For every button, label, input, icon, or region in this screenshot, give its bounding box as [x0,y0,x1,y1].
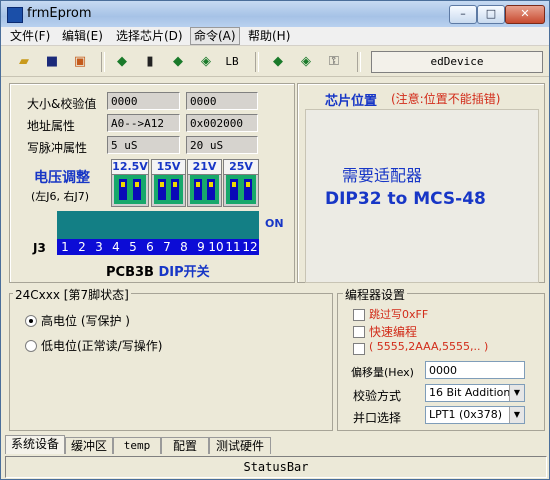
app-icon [7,7,23,23]
dip-number[interactable]: 8 [176,239,192,255]
lock-icon[interactable]: ⚿ [325,53,343,71]
tab-config[interactable]: 配置 [161,437,209,454]
skip-ff-label[interactable]: 跳过写0xFF [369,306,428,322]
sequence-checkbox[interactable] [353,343,365,355]
verify-chip-icon[interactable]: ◈ [197,53,215,71]
address-range-value: A0-->A12 [107,114,180,132]
address-size-value: 0x002000 [186,114,258,132]
voltage-jumper-12v5[interactable]: 12.5V [111,159,149,207]
save-icon[interactable]: ■ [43,53,61,71]
maximize-button[interactable]: □ [477,5,505,24]
dip-number[interactable]: 7 [159,239,175,255]
voltage-label: 21V [188,160,221,175]
parallel-port-label: 并口选择 [353,411,402,425]
chevron-down-icon[interactable]: ▼ [509,407,524,423]
dip-number[interactable]: 6 [142,239,158,255]
tab-test-hardware[interactable]: 测试硬件 [209,437,271,454]
pulse-value-1: 5 uS [107,136,180,154]
voltage-title: 电压调整 [34,170,90,186]
tab-temp[interactable]: temp [113,437,161,454]
menu-select-chip[interactable]: 选择芯片(D) [113,28,186,44]
window-title: frmEprom [27,6,92,21]
tab-buffer[interactable]: 缓冲区 [65,437,113,454]
size-checksum-label: 大小&校验值 [27,97,97,111]
title-bar[interactable]: frmEprom – □ ✕ [1,1,549,27]
dip-number[interactable]: 5 [125,239,141,255]
dip-number[interactable]: 9 [193,239,209,255]
open-icon[interactable]: ▰ [15,53,33,71]
voltage-label: 15V [152,160,185,175]
erase-chip-icon[interactable]: ◆ [269,53,287,71]
menu-bar: 文件(F) 编辑(E) 选择芯片(D) 命令(A) 帮助(H) [1,27,549,46]
chevron-down-icon[interactable]: ▼ [509,385,524,401]
pulse-value-2: 20 uS [186,136,258,154]
dip-number[interactable]: 1 [57,239,73,255]
adapter-required-text: 需要适配器 [342,166,423,185]
sequence-label[interactable]: ( 5555,2AAA,5555,.. ) [369,340,488,353]
bottom-tab-bar: 系统设备 缓冲区 temp 配置 测试硬件 [5,435,545,455]
toolbar-separator [357,52,361,72]
parallel-port-select[interactable]: LPT1 (0x378) ▼ [425,406,525,424]
menu-help[interactable]: 帮助(H) [245,28,293,44]
voltage-jumper-25v[interactable]: 25V [223,159,259,207]
pin-high-label[interactable]: 高电位 (写保护 ) [41,312,130,329]
address-label: 地址属性 [27,119,76,133]
offset-label: 偏移量(Hex) [351,366,414,379]
voltage-jumper-15v[interactable]: 15V [151,159,186,207]
menu-file[interactable]: 文件(F) [7,28,53,44]
voltage-jumper-21v[interactable]: 21V [187,159,222,207]
pcb-label: PCB3B DIP开关 [106,265,210,280]
pin-low-radio[interactable] [25,340,37,352]
menu-edit[interactable]: 编辑(E) [59,28,106,44]
checksum-method-value: 16 Bit Addition [429,386,511,399]
offset-input[interactable]: 0000 [425,361,525,379]
size-value: 0000 [107,92,180,110]
pin-state-title: 24Cxxx [第7脚状态] [13,286,131,303]
status-bar: StatusBar [5,456,547,478]
dip-number[interactable]: 2 [74,239,90,255]
toolbar-separator [255,52,259,72]
voltage-subtitle: (左J6, 右J7) [31,190,90,203]
dip-number[interactable]: 4 [108,239,124,255]
pulse-label: 写脉冲属性 [27,141,88,155]
fast-program-label[interactable]: 快速编程 [369,323,417,340]
menu-command[interactable]: 命令(A) [190,27,240,45]
dip-on-label: ON [265,217,284,230]
program-chip-icon[interactable]: ◆ [169,53,187,71]
fast-program-checkbox[interactable] [353,326,365,338]
dip-number[interactable]: 10 [208,239,224,255]
chip-position-note: (注意:位置不能插错) [391,92,501,106]
skip-ff-checkbox[interactable] [353,309,365,321]
read-chip-icon[interactable]: ◆ [113,53,131,71]
dip-number[interactable]: 3 [91,239,107,255]
programmer-settings-title: 编程器设置 [343,286,408,303]
close-button[interactable]: ✕ [505,5,545,24]
dip-number[interactable]: 12 [242,239,258,255]
blank-check-icon[interactable]: ▮ [141,53,159,71]
adapter-name-text: DIP32 to MCS-48 [325,189,486,209]
clear-icon[interactable]: ▣ [71,53,89,71]
minimize-button[interactable]: – [449,5,477,24]
dip-number[interactable]: 11 [225,239,241,255]
chip-position-title: 芯片位置 [325,94,378,109]
tab-system-device[interactable]: 系统设备 [5,435,65,454]
j3-label: J3 [33,241,46,255]
pin-low-label[interactable]: 低电位(正常读/写操作) [41,337,162,354]
dip-switch-bar[interactable] [57,211,259,239]
toolbar-separator [101,52,105,72]
app-window: frmEprom – □ ✕ 文件(F) 编辑(E) 选择芯片(D) 命令(A)… [0,0,550,480]
voltage-label: 25V [224,160,258,175]
checksum-value: 0000 [186,92,258,110]
dip-number-row: 1 2 3 4 5 6 7 8 9 10 11 12 [57,239,259,255]
toolbar: ▰ ■ ▣ ◆ ▮ ◆ ◈ LB ◆ ◈ ⚿ edDevice [1,46,549,77]
voltage-label: 12.5V [112,160,148,175]
parallel-port-value: LPT1 (0x378) [429,408,503,421]
checksum-method-select[interactable]: 16 Bit Addition ▼ [425,384,525,402]
device-display: edDevice [371,51,543,73]
auto-program-icon[interactable]: ◈ [297,53,315,71]
checksum-method-label: 校验方式 [353,389,402,403]
lb-icon[interactable]: LB [223,53,241,71]
pin-high-radio[interactable] [25,315,37,327]
